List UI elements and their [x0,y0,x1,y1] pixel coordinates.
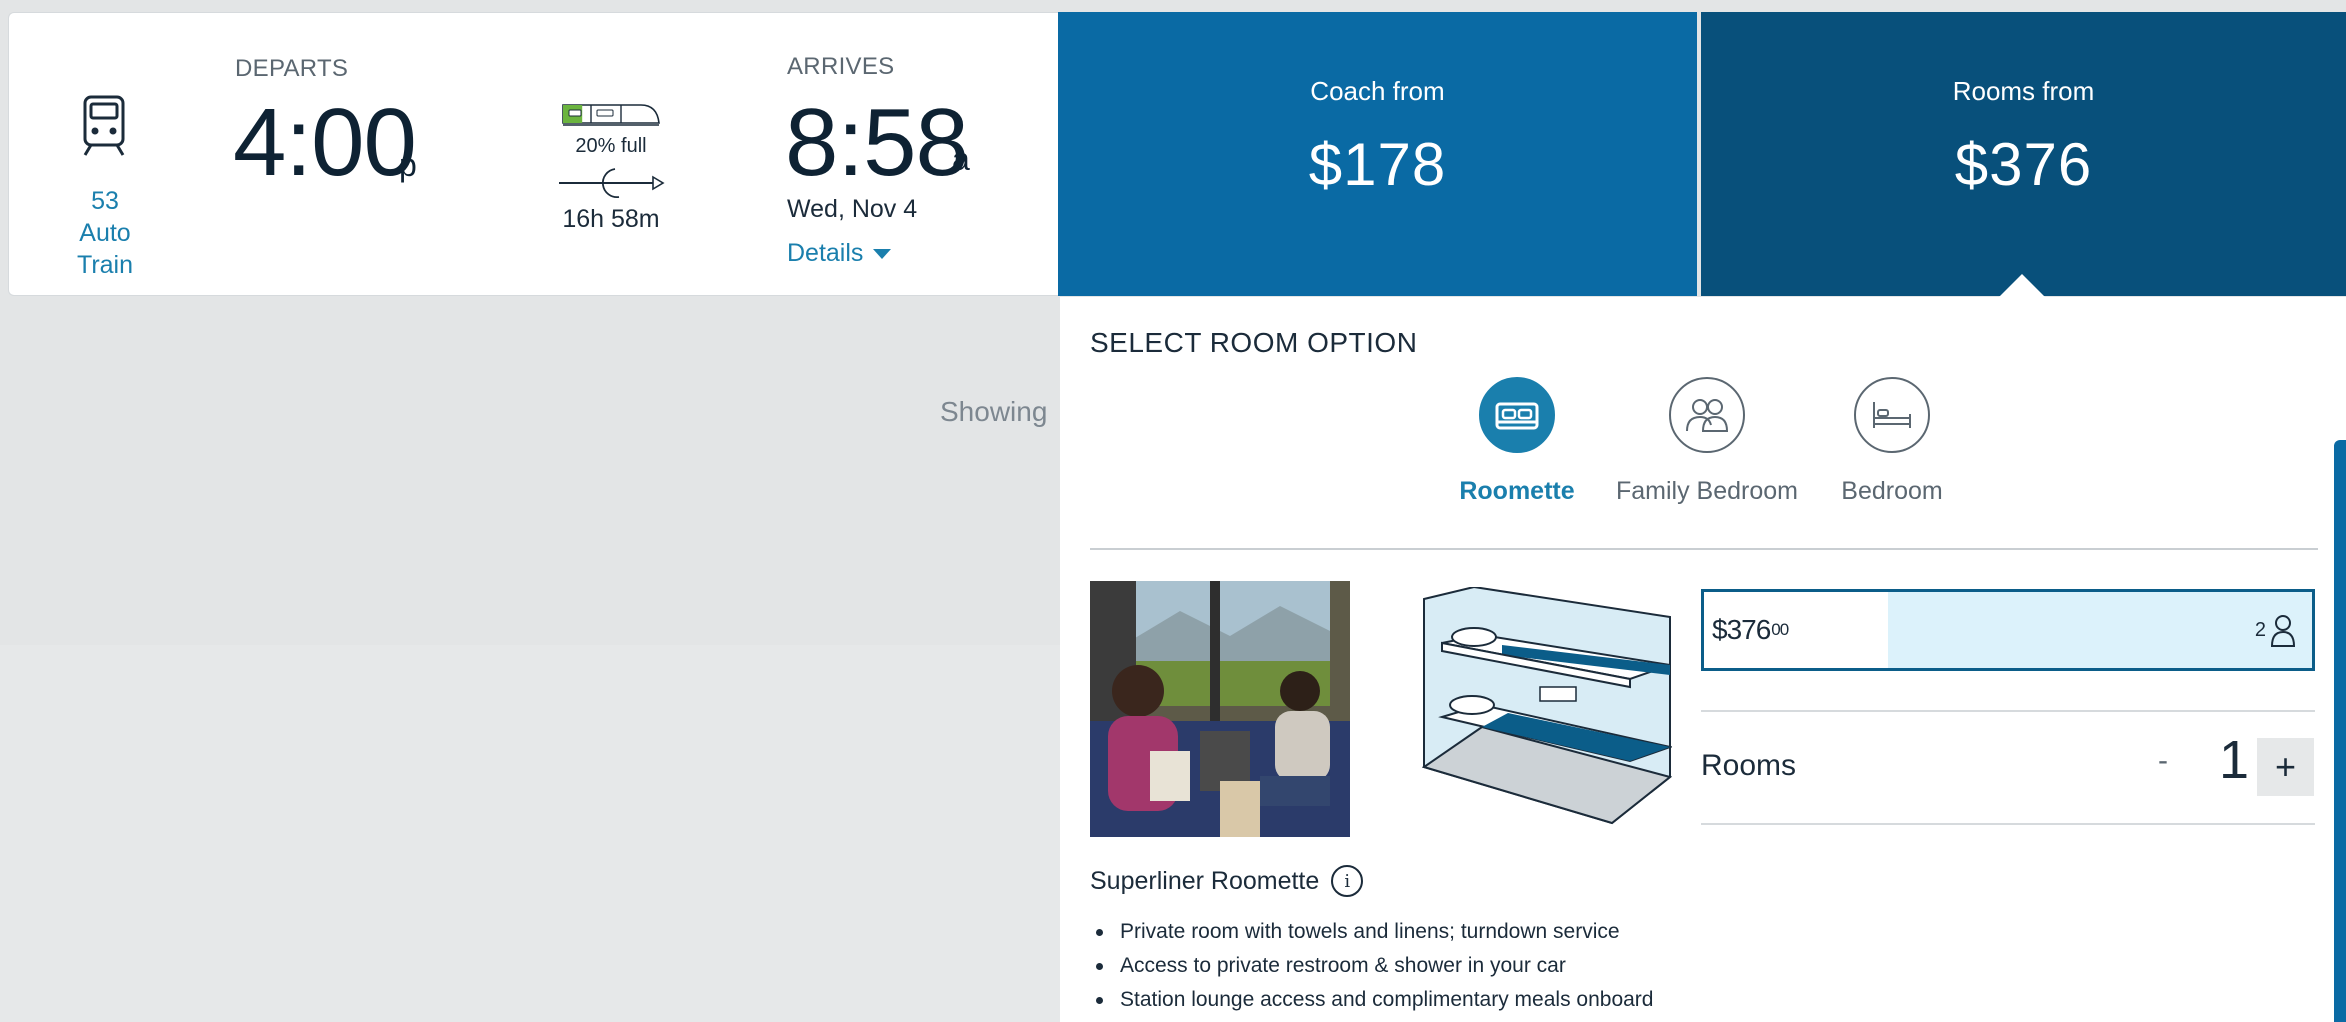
arrive-time: 8:58 [785,89,969,196]
trip-duration: 16h 58m [562,205,660,233]
room-option-label[interactable]: Family Bedroom [1607,477,1807,506]
rooms-count: 1 [2218,730,2250,790]
room-option-label[interactable]: Roomette [1417,477,1617,506]
roomette-diagram [1422,587,1672,825]
room-name-text: Superliner Roomette [1090,866,1320,895]
occupancy-count: 2 [2254,618,2266,641]
capacity-percent: 20% full [575,135,647,157]
list-item: Access to private restroom & shower in y… [1090,949,1653,983]
train-name[interactable]: Auto Train [49,217,161,281]
train-number-value[interactable]: 53 [49,185,161,217]
departs-label: DEPARTS [235,55,349,82]
details-label[interactable]: Details [787,239,863,268]
arrives-label: ARRIVES [787,53,895,80]
room-option-family-bedroom[interactable]: Family Bedroom [1607,377,1807,506]
increase-rooms-button[interactable]: + [2257,738,2314,796]
divider-line [1701,823,2315,825]
overnight-moon-arrow-icon [559,168,665,199]
price-cents[interactable]: 00 [1771,620,1789,640]
train-icon [83,95,125,156]
room-features-list: Private room with towels and linens; tur… [1090,915,1653,1017]
list-item: Station lounge access and complimentary … [1090,983,1653,1017]
depart-time-suffix: p [399,147,417,183]
person-icon [2270,615,2296,647]
price-amount[interactable]: $376 00 [1704,592,1888,668]
roomette-bed-icon[interactable] [1479,377,1555,453]
panel-title: SELECT ROOM OPTION [1090,327,1418,358]
price-dollars[interactable]: $376 [1712,614,1771,646]
selected-tile-pointer [1998,274,2046,298]
list-item: Private room with towels and linens; tur… [1090,915,1653,949]
coach-fare-price[interactable]: $178 [1058,130,1697,199]
scrollbar[interactable] [2334,440,2346,1022]
section-divider [1090,548,2318,550]
roomette-price-option[interactable]: $376 00 2 [1701,589,2315,671]
depart-time: 4:00 [233,89,417,196]
rooms-fare-price[interactable]: $376 [1701,130,2346,199]
room-name: Superliner Roomette i [1090,865,1364,897]
results-showing-text: Showing [940,396,1048,427]
room-option-label[interactable]: Bedroom [1792,477,1992,506]
rooms-label: Rooms [1701,749,1797,782]
room-option-roomette[interactable]: Roomette [1417,377,1617,506]
details-toggle[interactable]: Details [787,239,892,268]
room-options-panel: SELECT ROOM OPTION Roomette Family Bedro… [1060,297,2346,1022]
rooms-fare-tile[interactable]: Rooms from $376 [1701,12,2346,296]
divider-line [1701,710,2315,712]
room-photo [1090,581,1350,837]
train-summary-card: 53 Auto Train DEPARTS 4:00 p 20% full 16… [8,12,1060,296]
info-icon[interactable]: i [1331,865,1364,897]
family-people-icon[interactable] [1669,377,1745,453]
coach-fare-label[interactable]: Coach from [1058,76,1697,107]
page-background-lower [0,645,1060,1022]
decrease-rooms-button[interactable]: - [2147,737,2179,785]
room-option-bedroom[interactable]: Bedroom [1792,377,1992,506]
arrive-date: Wed, Nov 4 [787,195,918,223]
bed-icon[interactable] [1854,377,1930,453]
occupancy: 2 [2255,592,2296,668]
arrive-time-suffix: a [952,141,970,177]
chevron-down-icon[interactable] [873,248,892,259]
coach-fare-tile[interactable]: Coach from $178 [1058,12,1699,296]
train-number[interactable]: 53 Auto Train [49,185,161,281]
rooms-fare-label[interactable]: Rooms from [1701,76,2346,107]
capacity-train-icon [562,104,660,126]
